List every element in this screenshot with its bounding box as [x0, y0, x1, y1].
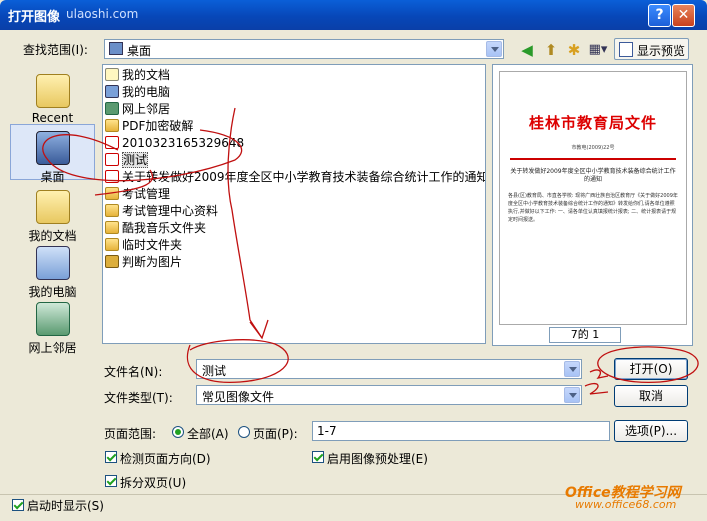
- pdf-icon: [105, 136, 119, 149]
- list-item[interactable]: 我的文档: [105, 67, 170, 84]
- file-list[interactable]: 我的文档 我的电脑 网上邻居 PDF加密破解 2010323165329648 …: [102, 64, 486, 344]
- show-on-start-label: 启动时显示(S): [27, 499, 104, 513]
- list-item[interactable]: 判断为图片: [105, 254, 182, 271]
- list-item[interactable]: 临时文件夹: [105, 237, 182, 254]
- document-folder-icon: [105, 68, 119, 81]
- filetype-label: 文件类型(T):: [104, 391, 173, 405]
- preview-page: 桂林市教育局文件 市教电(2009)22号 关于转发做好2009年度全区中小学教…: [499, 71, 687, 325]
- my-documents-icon: [35, 190, 70, 224]
- lookin-combo[interactable]: 桌面: [104, 39, 504, 59]
- new-folder-icon[interactable]: ✱: [563, 39, 585, 61]
- filetype-value: 常见图像文件: [202, 390, 275, 404]
- recent-folder-icon: [35, 74, 70, 108]
- options-button[interactable]: 选项(P)...: [614, 420, 688, 442]
- up-folder-icon[interactable]: ⬆: [540, 39, 562, 61]
- place-recent[interactable]: Recent: [10, 74, 95, 125]
- folder-icon: [105, 204, 119, 217]
- list-item[interactable]: 考试管理中心资料: [105, 203, 218, 220]
- folder-icon: [105, 221, 119, 234]
- my-computer-icon: [35, 246, 70, 280]
- show-preview-button[interactable]: 显示预览: [614, 38, 689, 60]
- page-counter: 7的 1: [549, 327, 621, 343]
- show-on-start-checkbox[interactable]: [12, 499, 24, 511]
- chevron-down-icon[interactable]: [564, 361, 580, 377]
- detect-orientation-checkbox[interactable]: [105, 451, 117, 463]
- close-button[interactable]: ✕: [672, 4, 695, 27]
- back-icon[interactable]: ◀: [516, 39, 538, 61]
- network-icon: [105, 102, 119, 115]
- filename-label: 文件名(N):: [104, 365, 163, 379]
- range-pages-label: 页面(P):: [253, 427, 298, 441]
- window-title: 打开图像: [8, 10, 61, 25]
- page-range-input[interactable]: 1-7: [312, 421, 610, 441]
- place-label: Recent: [31, 111, 74, 125]
- folder-icon: [105, 119, 119, 132]
- annotation-number-1: [589, 369, 609, 379]
- place-label: 桌面: [40, 170, 65, 184]
- desktop-icon: [109, 42, 123, 55]
- pagerange-label: 页面范围:: [104, 427, 157, 441]
- place-desktop[interactable]: 桌面: [10, 124, 95, 184]
- filetype-select[interactable]: 常见图像文件: [196, 385, 582, 405]
- watermark-url: www.office68.com: [575, 498, 677, 511]
- list-item[interactable]: 测试: [105, 152, 149, 169]
- preprocess-checkbox[interactable]: [312, 451, 324, 463]
- annotation-number-2: [584, 382, 609, 395]
- help-button[interactable]: ?: [648, 4, 671, 27]
- list-item[interactable]: 考试管理: [105, 186, 170, 203]
- split-pages-label: 拆分双页(U): [120, 476, 187, 490]
- computer-icon: [105, 85, 119, 98]
- folder-icon: [105, 238, 119, 251]
- pdf-icon: [105, 153, 119, 166]
- list-item[interactable]: PDF加密破解: [105, 118, 193, 135]
- place-label: 我的电脑: [28, 285, 77, 299]
- preview-icon: [619, 42, 633, 57]
- cancel-button[interactable]: 取消: [614, 385, 688, 407]
- range-pages-radio[interactable]: [238, 426, 250, 438]
- places-bar: Recent 桌面 我的文档 我的电脑 网上邻居: [10, 68, 95, 488]
- network-icon: [35, 302, 70, 336]
- list-item[interactable]: 我的电脑: [105, 84, 170, 101]
- place-network[interactable]: 网上邻居: [10, 302, 95, 356]
- filename-value: 测试: [202, 364, 227, 378]
- place-label: 网上邻居: [28, 341, 77, 355]
- range-all-label: 全部(A): [187, 427, 229, 441]
- view-menu-icon[interactable]: ▦▾: [587, 39, 609, 61]
- doc-ref: 市教电(2009)22号: [571, 145, 615, 151]
- preview-pane: 桂林市教育局文件 市教电(2009)22号 关于转发做好2009年度全区中小学教…: [492, 64, 693, 346]
- range-all-radio[interactable]: [172, 426, 184, 438]
- list-item[interactable]: 网上邻居: [105, 101, 170, 118]
- doc-red-rule: [510, 158, 676, 160]
- list-item[interactable]: 2010323165329648: [105, 135, 244, 152]
- list-item[interactable]: 酷我音乐文件夹: [105, 220, 206, 237]
- list-item[interactable]: 关于转发做好2009年度全区中小学教育技术装备综合统计工作的通知: [105, 169, 485, 186]
- show-preview-label: 显示预览: [637, 44, 686, 58]
- detect-orientation-label: 检测页面方向(D): [120, 452, 211, 466]
- open-button[interactable]: 打开(O): [614, 358, 688, 380]
- place-my-computer[interactable]: 我的电脑: [10, 246, 95, 300]
- chevron-down-icon[interactable]: [486, 41, 502, 57]
- image-icon: [105, 255, 119, 268]
- folder-icon: [105, 187, 119, 200]
- lookin-label: 查找范围(I):: [23, 43, 88, 57]
- title-url: ulaoshi.com: [66, 7, 139, 21]
- split-pages-checkbox[interactable]: [105, 475, 117, 487]
- title-bar[interactable]: 打开图像 ulaoshi.com ? ✕: [0, 0, 707, 30]
- place-my-documents[interactable]: 我的文档: [10, 190, 95, 244]
- filename-input[interactable]: 测试: [196, 359, 582, 379]
- doc-heading: 关于转发做好2009年度全区中小学教育技术装备综合统计工作的通知: [510, 168, 676, 183]
- place-label: 我的文档: [28, 229, 77, 243]
- lookin-value: 桌面: [127, 44, 152, 58]
- doc-title: 桂林市教育局文件: [528, 114, 657, 132]
- doc-body: 各县(区)教育局、市直各学校: 现将广西壮族自治区教育厅《关于做好2009年度全…: [508, 193, 678, 223]
- preprocess-label: 启用图像预处理(E): [327, 452, 428, 466]
- chevron-down-icon[interactable]: [564, 387, 580, 403]
- pdf-icon: [105, 170, 119, 183]
- desktop-icon: [35, 131, 70, 165]
